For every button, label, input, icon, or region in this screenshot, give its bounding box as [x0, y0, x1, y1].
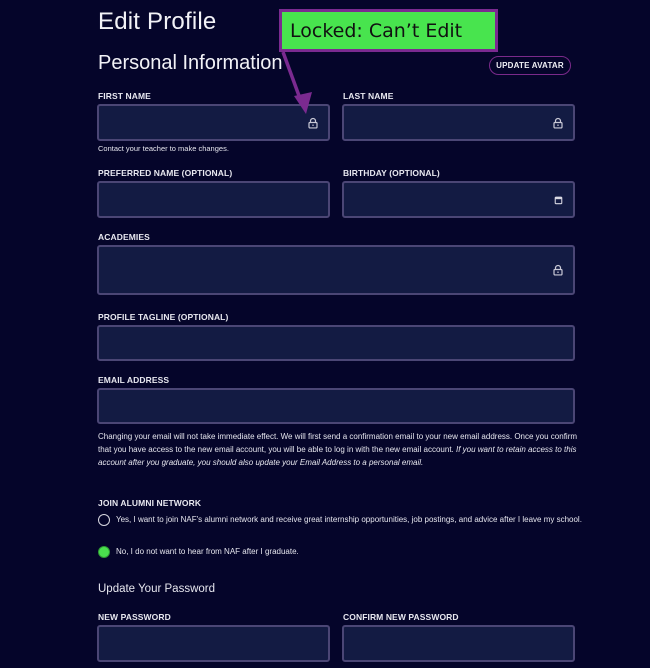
- arrow-head-icon: [294, 92, 312, 114]
- locked-callout: Locked: Can’t Edit: [279, 9, 498, 52]
- annotation-arrow: [281, 51, 312, 114]
